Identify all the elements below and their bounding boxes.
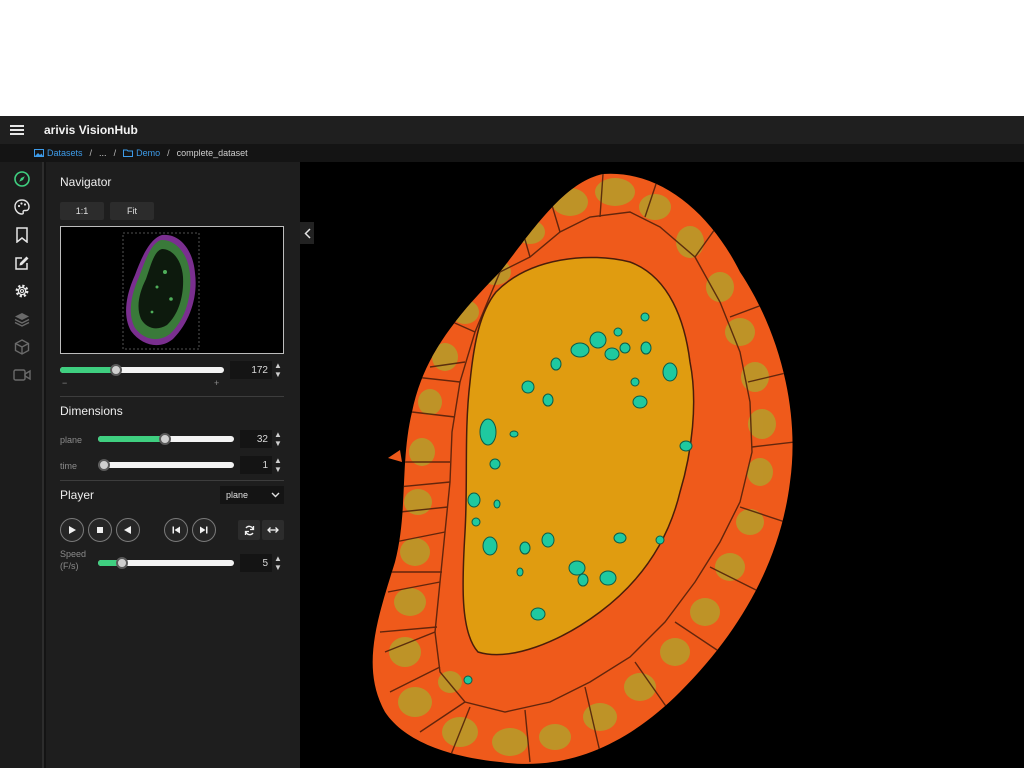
breadcrumb-separator: / — [89, 148, 93, 158]
chevron-up-icon[interactable]: ▲ — [274, 554, 282, 563]
tissue — [372, 173, 793, 764]
plane-slider-thumb[interactable] — [158, 433, 171, 445]
time-label: time — [60, 461, 78, 471]
dimensions-title: Dimensions — [60, 404, 123, 418]
speed-value[interactable]: 5 — [240, 554, 272, 572]
skip-first-icon — [172, 526, 180, 534]
chevron-down-icon[interactable]: ▼ — [274, 563, 282, 572]
speed-label: Speed (F/s) — [60, 549, 87, 571]
bookmark-icon[interactable] — [11, 224, 33, 246]
zoom-minus-label: − — [62, 378, 68, 388]
tool-rail — [0, 162, 44, 768]
layers-icon[interactable] — [11, 308, 33, 330]
image-icon — [34, 149, 44, 157]
zoom-plus-label: + — [214, 378, 220, 388]
breadcrumb: Datasets / ... / Demo / complete_dataset — [0, 144, 1024, 162]
play-button[interactable] — [60, 518, 84, 542]
segmentation-image — [372, 173, 793, 764]
app-title: arivis VisionHub — [44, 123, 138, 137]
plane-value[interactable]: 32 — [240, 430, 272, 448]
zoom-slider-thumb[interactable] — [109, 364, 122, 376]
chevron-down-icon[interactable]: ▼ — [274, 465, 282, 474]
time-stepper[interactable]: ▲ ▼ — [272, 456, 284, 474]
skip-last-button[interactable] — [192, 518, 216, 542]
chevron-up-icon[interactable]: ▲ — [274, 456, 282, 465]
speed-slider[interactable] — [98, 557, 234, 569]
breadcrumb-datasets[interactable]: Datasets — [34, 148, 83, 158]
zoom-1-1-button[interactable]: 1:1 — [60, 202, 104, 220]
palette-icon[interactable] — [11, 196, 33, 218]
compass-icon[interactable] — [11, 168, 33, 190]
zoom-stepper[interactable]: ▲ ▼ — [272, 361, 284, 379]
collapse-panel-button[interactable] — [300, 222, 314, 244]
breadcrumb-separator: / — [167, 148, 170, 158]
cube-icon[interactable] — [11, 336, 33, 358]
time-value[interactable]: 1 — [240, 456, 272, 474]
zoom-slider[interactable] — [60, 364, 224, 376]
app-window: arivis VisionHub Datasets / ... / Demo /… — [0, 116, 1024, 768]
zoom-value[interactable]: 172 — [230, 361, 272, 379]
breadcrumb-folder[interactable]: Demo — [123, 148, 160, 158]
arrows-horizontal-icon — [267, 527, 279, 533]
stop-icon — [97, 527, 103, 533]
loop-button[interactable] — [238, 520, 260, 540]
speed-slider-thumb[interactable] — [116, 557, 129, 569]
breadcrumb-datasets-label: Datasets — [47, 148, 83, 158]
plane-slider[interactable] — [98, 433, 234, 445]
stop-button[interactable] — [88, 518, 112, 542]
chevron-down-icon[interactable]: ▼ — [274, 439, 282, 448]
plane-stepper[interactable]: ▲ ▼ — [272, 430, 284, 448]
breadcrumb-ellipsis[interactable]: ... — [99, 148, 107, 158]
player-title: Player — [60, 488, 95, 502]
play-reverse-icon — [124, 526, 131, 534]
video-icon[interactable] — [11, 364, 33, 386]
play-icon — [69, 526, 76, 534]
navigator-thumbnail — [122, 232, 200, 350]
breadcrumb-current: complete_dataset — [176, 148, 248, 158]
image-viewer[interactable] — [300, 162, 1024, 768]
player-mode-select[interactable]: plane — [220, 486, 284, 504]
player-mode-value: plane — [226, 490, 249, 500]
breadcrumb-separator: / — [113, 148, 117, 158]
time-slider-thumb[interactable] — [98, 459, 110, 471]
divider — [60, 480, 284, 481]
breadcrumb-folder-label: Demo — [136, 148, 161, 158]
menu-icon[interactable] — [0, 116, 34, 144]
chevron-up-icon[interactable]: ▲ — [274, 430, 282, 439]
plane-label: plane — [60, 435, 83, 445]
chevron-up-icon[interactable]: ▲ — [274, 361, 282, 370]
settings-icon[interactable] — [11, 280, 33, 302]
refresh-icon — [244, 525, 254, 535]
navigator-preview[interactable] — [60, 226, 284, 354]
edit-icon[interactable] — [11, 252, 33, 274]
chevron-left-icon — [303, 227, 311, 239]
bounce-button[interactable] — [262, 520, 284, 540]
side-panel: Navigator 1:1 Fit 172 ▲ ▼ − + Dimensions … — [46, 162, 300, 768]
play-reverse-button[interactable] — [116, 518, 140, 542]
time-slider[interactable] — [98, 459, 234, 471]
chevron-down-icon — [271, 492, 280, 498]
folder-icon — [123, 149, 134, 157]
divider — [60, 396, 284, 397]
navigator-title: Navigator — [60, 175, 112, 189]
speed-stepper[interactable]: ▲ ▼ — [272, 554, 284, 572]
zoom-fit-button[interactable]: Fit — [110, 202, 154, 220]
skip-first-button[interactable] — [164, 518, 188, 542]
top-bar: arivis VisionHub — [0, 116, 1024, 144]
zoom-slider-fill — [60, 367, 116, 373]
skip-last-icon — [200, 526, 208, 534]
chevron-down-icon[interactable]: ▼ — [274, 370, 282, 379]
plane-slider-fill — [98, 436, 165, 442]
